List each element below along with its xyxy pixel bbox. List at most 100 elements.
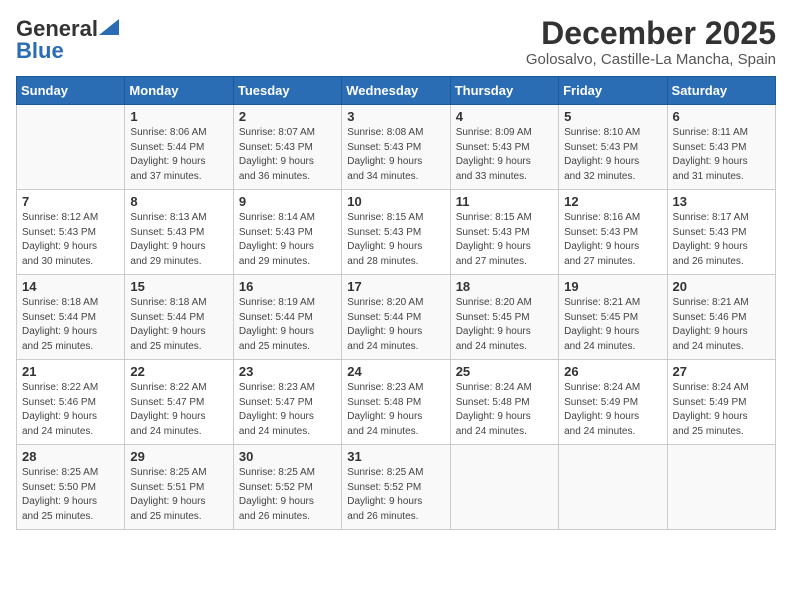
calendar-cell: 27 Sunrise: 8:24 AMSunset: 5:49 PMDayligh… — [667, 360, 775, 445]
calendar-week-row: 1Sunrise: 8:06 AMSunset: 5:44 PMDaylight… — [17, 105, 776, 190]
day-number: 31 — [347, 449, 444, 464]
day-number: 24 — [347, 364, 444, 379]
col-header-friday: Friday — [559, 77, 667, 105]
calendar-cell: 20 Sunrise: 8:21 AMSunset: 5:46 PMDayligh… — [667, 275, 775, 360]
logo: General Blue — [16, 16, 119, 64]
month-title: December 2025 — [526, 16, 776, 51]
calendar-cell: 13Sunrise: 8:17 AMSunset: 5:43 PMDayligh… — [667, 190, 775, 275]
calendar-cell: 17 Sunrise: 8:20 AMSunset: 5:44 PMDayligh… — [342, 275, 450, 360]
day-number: 18 — [456, 279, 553, 294]
day-info: Sunrise: 8:21 AMSunset: 5:46 PMDaylight:… — [673, 296, 770, 354]
day-info: Sunrise: 8:06 AMSunset: 5:44 PMDaylight:… — [130, 126, 227, 184]
calendar-cell: 5 Sunrise: 8:10 AMSunset: 5:43 PMDaylight… — [559, 105, 667, 190]
day-number: 11 — [456, 194, 553, 209]
day-info: Sunrise: 8:11 AMSunset: 5:43 PMDaylight:… — [673, 126, 770, 184]
day-info: Sunrise: 8:25 AMSunset: 5:52 PMDaylight:… — [347, 466, 444, 524]
day-number: 28 — [22, 449, 119, 464]
day-info: Sunrise: 8:15 AMSunset: 5:43 PMDaylight:… — [456, 211, 553, 269]
day-number: 22 — [130, 364, 227, 379]
logo-blue: Blue — [16, 38, 64, 64]
day-info: Sunrise: 8:17 AMSunset: 5:43 PMDaylight:… — [673, 211, 770, 269]
day-info: Sunrise: 8:18 AMSunset: 5:44 PMDaylight:… — [130, 296, 227, 354]
day-info: Sunrise: 8:19 AMSunset: 5:44 PMDaylight:… — [239, 296, 336, 354]
calendar-cell: 14 Sunrise: 8:18 AMSunset: 5:44 PMDayligh… — [17, 275, 125, 360]
col-header-thursday: Thursday — [450, 77, 558, 105]
col-header-tuesday: Tuesday — [233, 77, 341, 105]
day-number: 4 — [456, 109, 553, 124]
day-number: 21 — [22, 364, 119, 379]
day-info: Sunrise: 8:09 AMSunset: 5:43 PMDaylight:… — [456, 126, 553, 184]
col-header-monday: Monday — [125, 77, 233, 105]
day-info: Sunrise: 8:25 AMSunset: 5:51 PMDaylight:… — [130, 466, 227, 524]
day-number: 20 — [673, 279, 770, 294]
calendar-cell: 8 Sunrise: 8:13 AMSunset: 5:43 PMDaylight… — [125, 190, 233, 275]
calendar-week-row: 28Sunrise: 8:25 AMSunset: 5:50 PMDayligh… — [17, 445, 776, 530]
day-info: Sunrise: 8:13 AMSunset: 5:43 PMDaylight:… — [130, 211, 227, 269]
calendar-week-row: 21 Sunrise: 8:22 AMSunset: 5:46 PMDayligh… — [17, 360, 776, 445]
day-number: 30 — [239, 449, 336, 464]
calendar-cell: 29Sunrise: 8:25 AMSunset: 5:51 PMDayligh… — [125, 445, 233, 530]
calendar-cell: 30 Sunrise: 8:25 AMSunset: 5:52 PMDayligh… — [233, 445, 341, 530]
calendar-cell: 18 Sunrise: 8:20 AMSunset: 5:45 PMDayligh… — [450, 275, 558, 360]
calendar-cell: 2 Sunrise: 8:07 AMSunset: 5:43 PMDaylight… — [233, 105, 341, 190]
day-info: Sunrise: 8:21 AMSunset: 5:45 PMDaylight:… — [564, 296, 661, 354]
calendar-cell: 9Sunrise: 8:14 AMSunset: 5:43 PMDaylight… — [233, 190, 341, 275]
calendar-cell: 24 Sunrise: 8:23 AMSunset: 5:48 PMDayligh… — [342, 360, 450, 445]
col-header-wednesday: Wednesday — [342, 77, 450, 105]
calendar-cell: 1Sunrise: 8:06 AMSunset: 5:44 PMDaylight… — [125, 105, 233, 190]
day-number: 10 — [347, 194, 444, 209]
calendar-cell — [559, 445, 667, 530]
day-info: Sunrise: 8:18 AMSunset: 5:44 PMDaylight:… — [22, 296, 119, 354]
day-info: Sunrise: 8:12 AMSunset: 5:43 PMDaylight:… — [22, 211, 119, 269]
calendar-cell: 22 Sunrise: 8:22 AMSunset: 5:47 PMDayligh… — [125, 360, 233, 445]
day-info: Sunrise: 8:08 AMSunset: 5:43 PMDaylight:… — [347, 126, 444, 184]
day-info: Sunrise: 8:10 AMSunset: 5:43 PMDaylight:… — [564, 126, 661, 184]
calendar-cell: 26Sunrise: 8:24 AMSunset: 5:49 PMDayligh… — [559, 360, 667, 445]
calendar-cell — [450, 445, 558, 530]
day-info: Sunrise: 8:14 AMSunset: 5:43 PMDaylight:… — [239, 211, 336, 269]
day-number: 7 — [22, 194, 119, 209]
calendar-week-row: 7 Sunrise: 8:12 AMSunset: 5:43 PMDaylight… — [17, 190, 776, 275]
day-number: 25 — [456, 364, 553, 379]
calendar-week-row: 14 Sunrise: 8:18 AMSunset: 5:44 PMDayligh… — [17, 275, 776, 360]
day-info: Sunrise: 8:23 AMSunset: 5:47 PMDaylight:… — [239, 381, 336, 439]
day-number: 14 — [22, 279, 119, 294]
calendar-cell: 16Sunrise: 8:19 AMSunset: 5:44 PMDayligh… — [233, 275, 341, 360]
day-info: Sunrise: 8:16 AMSunset: 5:43 PMDaylight:… — [564, 211, 661, 269]
calendar-cell: 21 Sunrise: 8:22 AMSunset: 5:46 PMDayligh… — [17, 360, 125, 445]
calendar-cell: 10Sunrise: 8:15 AMSunset: 5:43 PMDayligh… — [342, 190, 450, 275]
calendar-cell — [17, 105, 125, 190]
day-number: 5 — [564, 109, 661, 124]
calendar-cell: 6Sunrise: 8:11 AMSunset: 5:43 PMDaylight… — [667, 105, 775, 190]
day-number: 19 — [564, 279, 661, 294]
day-info: Sunrise: 8:22 AMSunset: 5:47 PMDaylight:… — [130, 381, 227, 439]
day-number: 2 — [239, 109, 336, 124]
day-number: 23 — [239, 364, 336, 379]
calendar-cell: 25 Sunrise: 8:24 AMSunset: 5:48 PMDayligh… — [450, 360, 558, 445]
day-info: Sunrise: 8:24 AMSunset: 5:49 PMDaylight:… — [673, 381, 770, 439]
col-header-saturday: Saturday — [667, 77, 775, 105]
day-number: 27 — [673, 364, 770, 379]
calendar-cell: 15 Sunrise: 8:18 AMSunset: 5:44 PMDayligh… — [125, 275, 233, 360]
day-info: Sunrise: 8:22 AMSunset: 5:46 PMDaylight:… — [22, 381, 119, 439]
title-block: December 2025 Golosalvo, Castille-La Man… — [526, 16, 776, 68]
calendar-cell: 3 Sunrise: 8:08 AMSunset: 5:43 PMDaylight… — [342, 105, 450, 190]
day-number: 26 — [564, 364, 661, 379]
calendar-cell: 28Sunrise: 8:25 AMSunset: 5:50 PMDayligh… — [17, 445, 125, 530]
day-number: 17 — [347, 279, 444, 294]
day-number: 12 — [564, 194, 661, 209]
day-number: 15 — [130, 279, 227, 294]
day-info: Sunrise: 8:23 AMSunset: 5:48 PMDaylight:… — [347, 381, 444, 439]
day-number: 3 — [347, 109, 444, 124]
calendar-cell: 31 Sunrise: 8:25 AMSunset: 5:52 PMDayligh… — [342, 445, 450, 530]
day-info: Sunrise: 8:20 AMSunset: 5:45 PMDaylight:… — [456, 296, 553, 354]
calendar-cell: 7 Sunrise: 8:12 AMSunset: 5:43 PMDaylight… — [17, 190, 125, 275]
day-info: Sunrise: 8:20 AMSunset: 5:44 PMDaylight:… — [347, 296, 444, 354]
calendar-cell: 4 Sunrise: 8:09 AMSunset: 5:43 PMDaylight… — [450, 105, 558, 190]
day-number: 8 — [130, 194, 227, 209]
calendar-header-row: SundayMondayTuesdayWednesdayThursdayFrid… — [17, 77, 776, 105]
day-info: Sunrise: 8:24 AMSunset: 5:48 PMDaylight:… — [456, 381, 553, 439]
calendar-table: SundayMondayTuesdayWednesdayThursdayFrid… — [16, 76, 776, 530]
day-info: Sunrise: 8:25 AMSunset: 5:52 PMDaylight:… — [239, 466, 336, 524]
day-info: Sunrise: 8:07 AMSunset: 5:43 PMDaylight:… — [239, 126, 336, 184]
